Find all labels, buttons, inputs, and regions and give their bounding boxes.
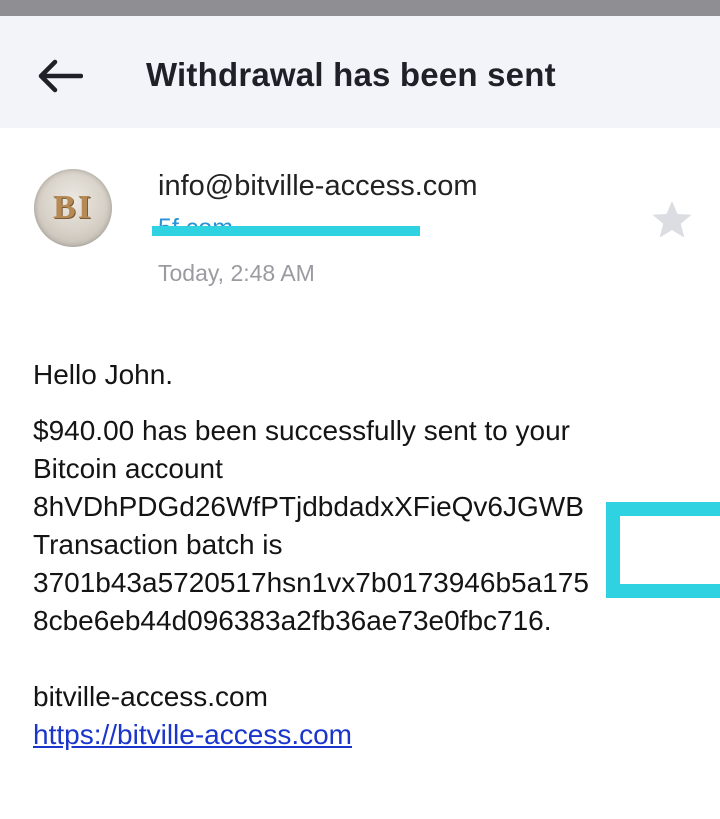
star-button[interactable] — [648, 196, 696, 244]
star-icon — [652, 201, 692, 238]
bitcoin-address: 8hVDhPDGd26WfPTjdbdadxXFieQv6JGWB — [33, 491, 584, 522]
email-body: Hello John. $940.00 has been successfull… — [33, 356, 693, 754]
timestamp: Today, 2:48 AM — [158, 260, 315, 286]
arrow-left-icon — [38, 59, 83, 93]
sender-email[interactable]: info@bitville-access.com — [158, 170, 478, 203]
body-line: $940.00 has been successfully sent to yo… — [33, 415, 571, 446]
app-header: Withdrawal has been sent — [0, 16, 720, 128]
transaction-batch-id-end: 8cbe6eb44d096383a2fb36ae73e0fbc716. — [33, 605, 552, 636]
body-line: Bitcoin account — [33, 453, 223, 484]
signature-text: bitville-access.com — [33, 681, 268, 712]
status-bar-strip — [0, 0, 720, 16]
body-line: Transaction batch is — [33, 529, 283, 560]
avatar-initials: BI — [53, 189, 93, 226]
page-title: Withdrawal has been sent — [146, 56, 556, 93]
back-button[interactable] — [32, 54, 88, 98]
website-link[interactable]: https://bitville-access.com — [33, 719, 352, 750]
redaction-box — [606, 502, 720, 598]
greeting-text: Hello John. — [33, 359, 174, 390]
transaction-batch-id: 3701b43a5720517hsn1vx7b0173946b5a175 — [33, 567, 589, 598]
avatar[interactable]: BI — [34, 169, 112, 247]
redaction-bar — [152, 226, 420, 236]
recipient-row[interactable]: 5f com — [152, 212, 498, 248]
